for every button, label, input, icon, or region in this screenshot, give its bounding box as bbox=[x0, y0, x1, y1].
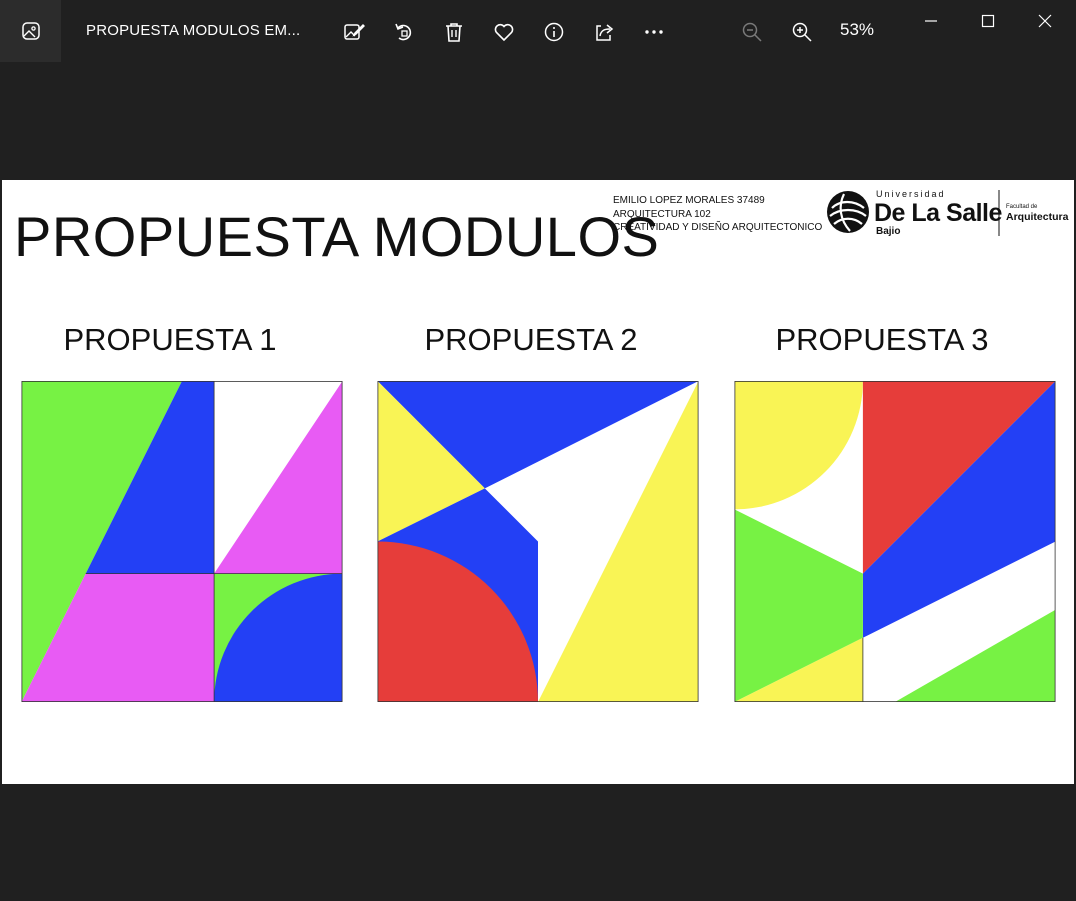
gallery-icon bbox=[21, 22, 40, 40]
zoom-level[interactable]: 53% bbox=[840, 20, 874, 40]
author-name: EMILIO LOPEZ MORALES 37489 bbox=[613, 195, 765, 206]
author-subject: CREATIVIDAD Y DISEÑO ARQUITECTONICO bbox=[613, 222, 823, 233]
close-icon bbox=[1038, 14, 1052, 28]
more-icon bbox=[645, 30, 663, 34]
delete-button[interactable] bbox=[438, 16, 470, 48]
info-icon bbox=[544, 22, 564, 42]
proposal-1-title: PROPUESTA 1 bbox=[63, 322, 277, 357]
lasalle-emblem-icon bbox=[827, 191, 869, 233]
photos-app-icon[interactable] bbox=[0, 0, 61, 62]
zoom-in-button[interactable] bbox=[786, 16, 818, 48]
file-title: PROPUESTA MODULOS EM... bbox=[86, 22, 301, 39]
delete-icon bbox=[446, 23, 462, 42]
close-button[interactable] bbox=[1022, 6, 1068, 36]
favorite-button[interactable] bbox=[488, 16, 520, 48]
logo-faculty-small: Facultad de bbox=[1006, 204, 1038, 210]
author-course: ARQUITECTURA 102 bbox=[613, 208, 711, 220]
module-2 bbox=[377, 381, 699, 702]
maximize-button[interactable] bbox=[965, 6, 1011, 36]
more-button[interactable] bbox=[638, 16, 670, 48]
zoom-in-icon bbox=[792, 22, 812, 42]
logo-campus: Bajio bbox=[876, 226, 900, 237]
maximize-icon bbox=[981, 14, 995, 28]
logo-faculty: Arquitectura bbox=[1006, 211, 1069, 223]
share-icon bbox=[596, 24, 614, 41]
author-info: EMILIO LOPEZ MORALES 37489 ARQUITECTURA … bbox=[613, 194, 822, 235]
zoom-out-button[interactable] bbox=[736, 16, 768, 48]
title-bar: PROPUESTA MODULOS EM... 53% bbox=[0, 0, 1076, 62]
university-logo: Universidad De La Salle Bajio Facultad d… bbox=[827, 189, 1069, 237]
proposal-2-title: PROPUESTA 2 bbox=[424, 322, 638, 357]
zoom-out-icon bbox=[742, 22, 762, 42]
module-3 bbox=[734, 381, 1056, 702]
slide-image[interactable]: PROPUESTA MODULOS EMILIO LOPEZ MORALES 3… bbox=[2, 180, 1074, 784]
minimize-button[interactable] bbox=[908, 6, 954, 36]
favorite-icon bbox=[494, 23, 514, 42]
proposal-3-title: PROPUESTA 3 bbox=[775, 322, 989, 357]
edit-image-icon bbox=[344, 24, 365, 40]
rotate-button[interactable] bbox=[388, 16, 420, 48]
rotate-icon bbox=[395, 23, 412, 41]
module-1 bbox=[21, 381, 343, 702]
share-button[interactable] bbox=[588, 16, 620, 48]
logo-name: De La Salle bbox=[874, 199, 1002, 227]
slide-title: PROPUESTA MODULOS bbox=[14, 205, 660, 268]
logo-universidad: Universidad bbox=[876, 189, 946, 199]
minimize-icon bbox=[925, 20, 937, 22]
edit-image-button[interactable] bbox=[338, 16, 370, 48]
info-button[interactable] bbox=[538, 16, 570, 48]
